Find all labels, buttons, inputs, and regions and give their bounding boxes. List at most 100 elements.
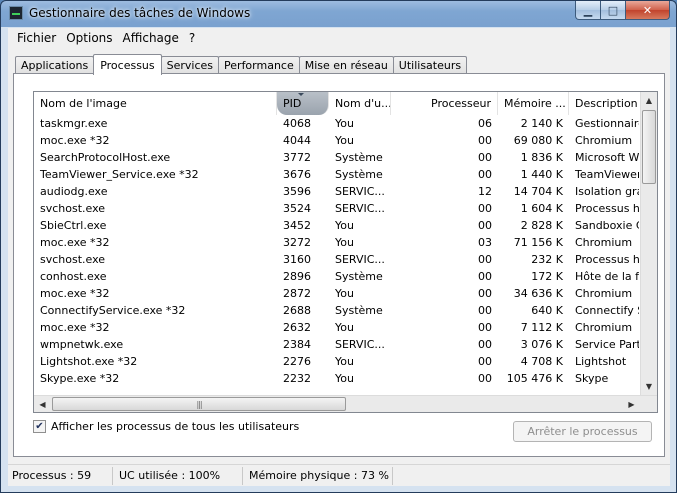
table-row[interactable]: ConnectifyService.exe *32 2688 Système 00 64…	[34, 302, 639, 319]
column-header-pid-label: PID	[283, 97, 302, 110]
scroll-right-icon[interactable]: ▶	[623, 396, 640, 412]
cell-pid: 4068	[283, 117, 311, 130]
show-all-users-checkbox[interactable]: ✔	[33, 420, 46, 433]
title-bar[interactable]: Gestionnaire des tâches de Windows ▁ □ ✕	[1, 1, 676, 27]
show-all-users-option[interactable]: ✔ Afficher les processus de tous les uti…	[33, 420, 299, 433]
table-row[interactable]: Skype.exe *32 2232 You 00 105 476 K Skype	[34, 370, 639, 387]
menu-affichage[interactable]: Affichage	[118, 31, 184, 45]
cell-pid: 3676	[283, 168, 311, 181]
cell-cpu: 00	[478, 134, 492, 147]
cell-cpu: 00	[478, 219, 492, 232]
cell-pid: 2632	[283, 321, 311, 334]
status-cpu: UC utilisée : 100%	[113, 466, 243, 485]
cell-description: TeamViewer	[575, 168, 639, 181]
cell-user-name: You	[335, 117, 354, 130]
table-row[interactable]: SbieCtrl.exe 3452 You 00 2 828 K Sandboxie Co	[34, 217, 639, 234]
cell-pid: 3772	[283, 151, 311, 164]
table-row[interactable]: conhost.exe 2896 Système 00 172 K Hôte de la …	[34, 268, 639, 285]
tab-services[interactable]: Services	[160, 56, 220, 74]
vertical-scrollbar[interactable]: ▲ ▼	[640, 92, 657, 395]
tab-mise-en-reseau[interactable]: Mise en réseau	[298, 56, 394, 74]
cell-memory: 7 112 K	[520, 321, 563, 334]
cell-description: Chromium	[575, 134, 633, 147]
column-header-user-name[interactable]: Nom d'u...	[329, 92, 391, 115]
cell-user-name: SERVIC...	[335, 202, 385, 215]
table-row[interactable]: Lightshot.exe *32 2276 You 00 4 708 K Lightsh…	[34, 353, 639, 370]
cell-pid: 2688	[283, 304, 311, 317]
end-process-button[interactable]: Arrêter le processus	[513, 421, 652, 442]
tab-applications[interactable]: Applications	[15, 56, 95, 74]
close-button[interactable]: ✕	[626, 1, 670, 20]
cell-memory: 105 476 K	[506, 372, 563, 385]
minimize-button[interactable]: ▁	[575, 1, 601, 20]
menu-bar: Fichier Options Affichage ?	[8, 28, 670, 48]
vertical-scroll-thumb[interactable]	[642, 110, 656, 184]
cell-description: Lightshot	[575, 355, 627, 368]
scroll-down-icon[interactable]: ▼	[641, 378, 657, 395]
cell-pid: 3452	[283, 219, 311, 232]
cell-cpu: 00	[478, 372, 492, 385]
tab-utilisateurs[interactable]: Utilisateurs	[392, 56, 468, 74]
tab-processus[interactable]: Processus	[93, 54, 162, 75]
column-header-memory[interactable]: Mémoire ...	[498, 92, 569, 115]
table-row[interactable]: TeamViewer_Service.exe *32 3676 Système 00 1…	[34, 166, 639, 183]
cell-image-name: moc.exe *32	[40, 287, 110, 300]
cell-cpu: 06	[478, 117, 492, 130]
horizontal-scroll-thumb[interactable]: |||	[52, 397, 346, 411]
column-header-image-name[interactable]: Nom de l'image	[34, 92, 277, 115]
cell-image-name: Skype.exe *32	[40, 372, 120, 385]
cell-memory: 1 836 K	[520, 151, 563, 164]
tab-performance[interactable]: Performance	[218, 56, 300, 74]
table-row[interactable]: SearchProtocolHost.exe 3772 Système 00 1 836…	[34, 149, 639, 166]
cell-memory: 1 440 K	[520, 168, 563, 181]
menu-help[interactable]: ?	[184, 31, 200, 45]
cell-user-name: You	[335, 236, 354, 249]
column-header-cpu[interactable]: Processeur	[391, 92, 498, 115]
cell-memory: 2 140 K	[520, 117, 563, 130]
cell-pid: 2872	[283, 287, 311, 300]
cell-user-name: You	[335, 134, 354, 147]
table-row[interactable]: audiodg.exe 3596 SERVIC... 12 14 704 K Isolat…	[34, 183, 639, 200]
column-header-description[interactable]: Description	[569, 92, 639, 115]
client-area: Applications Processus Services Performa…	[8, 48, 670, 486]
cell-pid: 3524	[283, 202, 311, 215]
scroll-left-icon[interactable]: ◀	[34, 396, 51, 412]
menu-fichier[interactable]: Fichier	[12, 31, 61, 45]
cell-user-name: Système	[335, 168, 383, 181]
task-manager-icon	[9, 6, 23, 20]
process-list[interactable]: Nom de l'image PID Nom d'u... Processeur…	[33, 91, 658, 413]
cell-image-name: TeamViewer_Service.exe *32	[40, 168, 199, 181]
cell-user-name: Système	[335, 270, 383, 283]
table-row[interactable]: svchost.exe 3160 SERVIC... 00 232 K Processus…	[34, 251, 639, 268]
maximize-button[interactable]: □	[601, 1, 626, 20]
menu-options[interactable]: Options	[61, 31, 117, 45]
cell-description: Chromium	[575, 287, 633, 300]
status-memory: Mémoire physique : 73 %	[243, 466, 393, 485]
column-header-pid[interactable]: PID	[277, 92, 329, 115]
cell-pid: 2232	[283, 372, 311, 385]
table-row[interactable]: svchost.exe 3524 SERVIC... 00 1 604 K Process…	[34, 200, 639, 217]
cell-user-name: Système	[335, 151, 383, 164]
table-row[interactable]: wmpnetwk.exe 2384 SERVIC... 00 3 076 K Servic…	[34, 336, 639, 353]
table-row[interactable]: moc.exe *32 4044 You 00 69 080 K Chromium	[34, 132, 639, 149]
cell-description: Microsoft Win	[575, 151, 639, 164]
table-row[interactable]: taskmgr.exe 4068 You 06 2 140 K Gestionnaire	[34, 115, 639, 132]
scroll-up-icon[interactable]: ▲	[641, 92, 657, 109]
cell-description: Service Parta	[575, 338, 639, 351]
cell-description: Gestionnaire	[575, 117, 639, 130]
horizontal-scrollbar[interactable]: ◀ ||| ▶	[34, 395, 657, 412]
cell-description: Chromium	[575, 321, 633, 334]
cell-description: Sandboxie Co	[575, 219, 639, 232]
cell-memory: 3 076 K	[520, 338, 563, 351]
cell-image-name: wmpnetwk.exe	[40, 338, 124, 351]
cell-memory: 69 080 K	[513, 134, 563, 147]
cell-memory: 1 604 K	[520, 202, 563, 215]
cell-user-name: SERVIC...	[335, 185, 385, 198]
list-header: Nom de l'image PID Nom d'u... Processeur…	[34, 92, 639, 115]
caption-buttons: ▁ □ ✕	[575, 1, 670, 20]
table-row[interactable]: moc.exe *32 3272 You 03 71 156 K Chromium	[34, 234, 639, 251]
table-row[interactable]: moc.exe *32 2632 You 00 7 112 K Chromium	[34, 319, 639, 336]
table-row[interactable]: moc.exe *32 2872 You 00 34 636 K Chromium	[34, 285, 639, 302]
cell-pid: 3160	[283, 253, 311, 266]
cell-description: Chromium	[575, 236, 633, 249]
